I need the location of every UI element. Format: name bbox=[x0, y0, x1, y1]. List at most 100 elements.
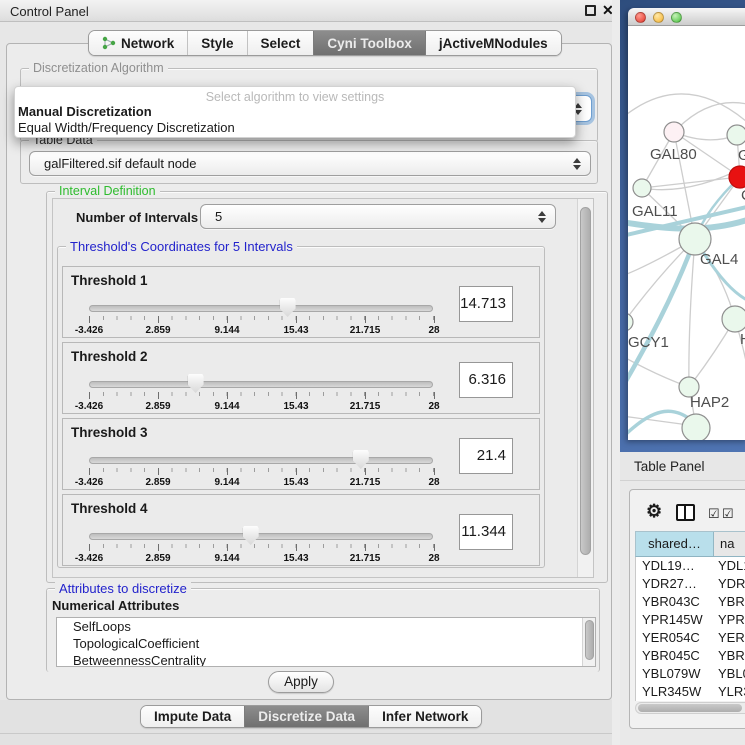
tab-impute-data[interactable]: Impute Data bbox=[141, 706, 244, 727]
interval-definition-group-title: Interval Definition bbox=[55, 184, 160, 198]
number-of-intervals-combobox[interactable]: 5 bbox=[200, 204, 556, 229]
split-columns-icon[interactable] bbox=[676, 504, 695, 521]
node-bottom[interactable] bbox=[682, 414, 710, 440]
cell[interactable]: YLR3 bbox=[714, 683, 745, 701]
node-gcy1[interactable] bbox=[628, 313, 633, 331]
attributes-list-scrollbar[interactable] bbox=[582, 618, 595, 666]
table-data-combobox[interactable]: galFiltered.sif default node bbox=[29, 151, 591, 176]
node-gal11[interactable] bbox=[633, 179, 651, 197]
column-header-name[interactable]: na bbox=[714, 532, 745, 556]
tab-infer-network[interactable]: Infer Network bbox=[368, 706, 481, 727]
table-row[interactable]: YDR27… YDR2 bbox=[636, 575, 745, 593]
cell[interactable]: YDR27… bbox=[636, 575, 714, 593]
node-selected-red[interactable] bbox=[729, 166, 745, 188]
threshold-1-slider-track[interactable] bbox=[89, 305, 433, 312]
node-label-clipped-h: H bbox=[740, 331, 745, 348]
zoom-traffic-light-icon[interactable] bbox=[671, 12, 682, 23]
tab-cyni-toolbox[interactable]: Cyni Toolbox bbox=[313, 31, 425, 55]
popup-option-manual-discretization[interactable]: Manual Discretization bbox=[18, 104, 152, 119]
list-item-selfloops[interactable]: SelfLoops bbox=[57, 618, 595, 635]
tab-network[interactable]: Network bbox=[89, 31, 187, 55]
interval-vertical-scrollbar[interactable] bbox=[577, 199, 593, 577]
threshold-4-slider-track[interactable] bbox=[89, 533, 433, 540]
cell[interactable]: YDL19… bbox=[636, 557, 714, 575]
threshold-1-slider-thumb[interactable] bbox=[280, 298, 296, 317]
node-gal80[interactable] bbox=[664, 122, 684, 142]
list-item-betweennesscentrality[interactable]: BetweennessCentrality bbox=[57, 652, 595, 667]
tick-label: -3.426 bbox=[75, 477, 103, 488]
cell[interactable]: YPR1 bbox=[714, 611, 745, 629]
screen: Control Panel ✕ Network Style bbox=[0, 0, 745, 745]
tick-label: 9.144 bbox=[214, 553, 239, 564]
cell[interactable]: YBL0 bbox=[714, 665, 745, 683]
tab-network-label: Network bbox=[121, 36, 174, 51]
tick-label: 2.859 bbox=[145, 477, 170, 488]
threshold-3-slider-thumb[interactable] bbox=[353, 450, 369, 469]
tick-label: -3.426 bbox=[75, 401, 103, 412]
tick-label: 15.43 bbox=[283, 553, 308, 564]
cell[interactable]: YBL079W bbox=[636, 665, 714, 683]
tab-discretize-data[interactable]: Discretize Data bbox=[244, 706, 368, 727]
cell[interactable]: YDL1 bbox=[714, 557, 745, 575]
cell[interactable]: YBR043C bbox=[636, 593, 714, 611]
table-row[interactable]: YER054C YER0 bbox=[636, 629, 745, 647]
tab-select[interactable]: Select bbox=[247, 31, 314, 55]
threshold-4-value-field[interactable]: 11.344 bbox=[459, 514, 513, 550]
tick-label: 21.715 bbox=[350, 553, 381, 564]
table-data-group: Table Data galFiltered.sif default node bbox=[20, 140, 598, 184]
table-hscrollbar-thumb[interactable] bbox=[638, 704, 742, 712]
node-h[interactable] bbox=[722, 306, 745, 332]
tick-label: 2.859 bbox=[145, 553, 170, 564]
gear-icon[interactable]: ⚙ bbox=[646, 501, 662, 522]
network-canvas[interactable]: GAL80 G GAL11 C GAL4 GCY1 H HAP2 bbox=[628, 26, 745, 440]
table-panel: ⚙ ☑ ☑ shared… na YDL19… YDL1 YDR27… YDR2 bbox=[620, 481, 745, 745]
threshold-4-slider-thumb[interactable] bbox=[243, 526, 259, 545]
table-row[interactable]: YPR145W YPR1 bbox=[636, 611, 745, 629]
numerical-attributes-list: SelfLoops TopologicalCoefficient Between… bbox=[56, 617, 596, 667]
table-row[interactable]: YLR345W YLR3 bbox=[636, 683, 745, 701]
node-label-hap2: HAP2 bbox=[690, 394, 729, 411]
column-header-shared[interactable]: shared… bbox=[636, 532, 714, 556]
threshold-3-value-field[interactable]: 21.4 bbox=[459, 438, 513, 474]
combo-arrows-icon bbox=[538, 211, 546, 223]
attributes-scrollbar-thumb[interactable] bbox=[585, 620, 594, 660]
popup-option-equal-width-frequency[interactable]: Equal Width/Frequency Discretization bbox=[18, 120, 235, 135]
tick-label: 2.859 bbox=[145, 401, 170, 412]
tab-jactivemnodules[interactable]: jActiveMNodules bbox=[425, 31, 561, 55]
tab-style-label: Style bbox=[201, 36, 233, 51]
cell[interactable]: YPR145W bbox=[636, 611, 714, 629]
apply-button[interactable]: Apply bbox=[268, 671, 334, 693]
cell[interactable]: YER0 bbox=[714, 629, 745, 647]
tab-select-label: Select bbox=[261, 36, 301, 51]
table-rows: YDL19… YDL1 YDR27… YDR2 YBR043C YBR0 YPR… bbox=[635, 557, 745, 701]
float-window-icon[interactable] bbox=[585, 5, 596, 16]
close-traffic-light-icon[interactable] bbox=[635, 12, 646, 23]
tab-style[interactable]: Style bbox=[187, 31, 246, 55]
tick-label: 15.43 bbox=[283, 401, 308, 412]
cell[interactable]: YLR345W bbox=[636, 683, 714, 701]
threshold-1-label: Threshold 1 bbox=[71, 273, 148, 288]
threshold-4-label: Threshold 4 bbox=[71, 501, 148, 516]
checkbox-icon[interactable]: ☑ bbox=[708, 506, 720, 522]
node-top-right[interactable] bbox=[727, 125, 745, 145]
threshold-2-slider-thumb[interactable] bbox=[188, 374, 204, 393]
threshold-1-ticks: -3.426 2.859 9.144 15.43 21.715 28 bbox=[89, 316, 434, 323]
table-row[interactable]: YBL079W YBL0 bbox=[636, 665, 745, 683]
cell[interactable]: YDR2 bbox=[714, 575, 745, 593]
table-row[interactable]: YBR045C YBR0 bbox=[636, 647, 745, 665]
threshold-1-value-field[interactable]: 14.713 bbox=[459, 286, 513, 322]
threshold-2-slider-track[interactable] bbox=[89, 381, 433, 388]
cell[interactable]: YER054C bbox=[636, 629, 714, 647]
checkbox-icon[interactable]: ☑ bbox=[722, 506, 734, 522]
interval-scrollbar-thumb[interactable] bbox=[580, 207, 591, 555]
cell[interactable]: YBR0 bbox=[714, 593, 745, 611]
threshold-2-value-field[interactable]: 6.316 bbox=[459, 362, 513, 398]
table-row[interactable]: YBR043C YBR0 bbox=[636, 593, 745, 611]
cell[interactable]: YBR0 bbox=[714, 647, 745, 665]
table-row[interactable]: YDL19… YDL1 bbox=[636, 557, 745, 575]
table-horizontal-scrollbar[interactable] bbox=[635, 702, 745, 714]
minimize-traffic-light-icon[interactable] bbox=[653, 12, 664, 23]
list-item-topologicalcoefficient[interactable]: TopologicalCoefficient bbox=[57, 635, 595, 652]
threshold-3-slider-track[interactable] bbox=[89, 457, 433, 464]
cell[interactable]: YBR045C bbox=[636, 647, 714, 665]
